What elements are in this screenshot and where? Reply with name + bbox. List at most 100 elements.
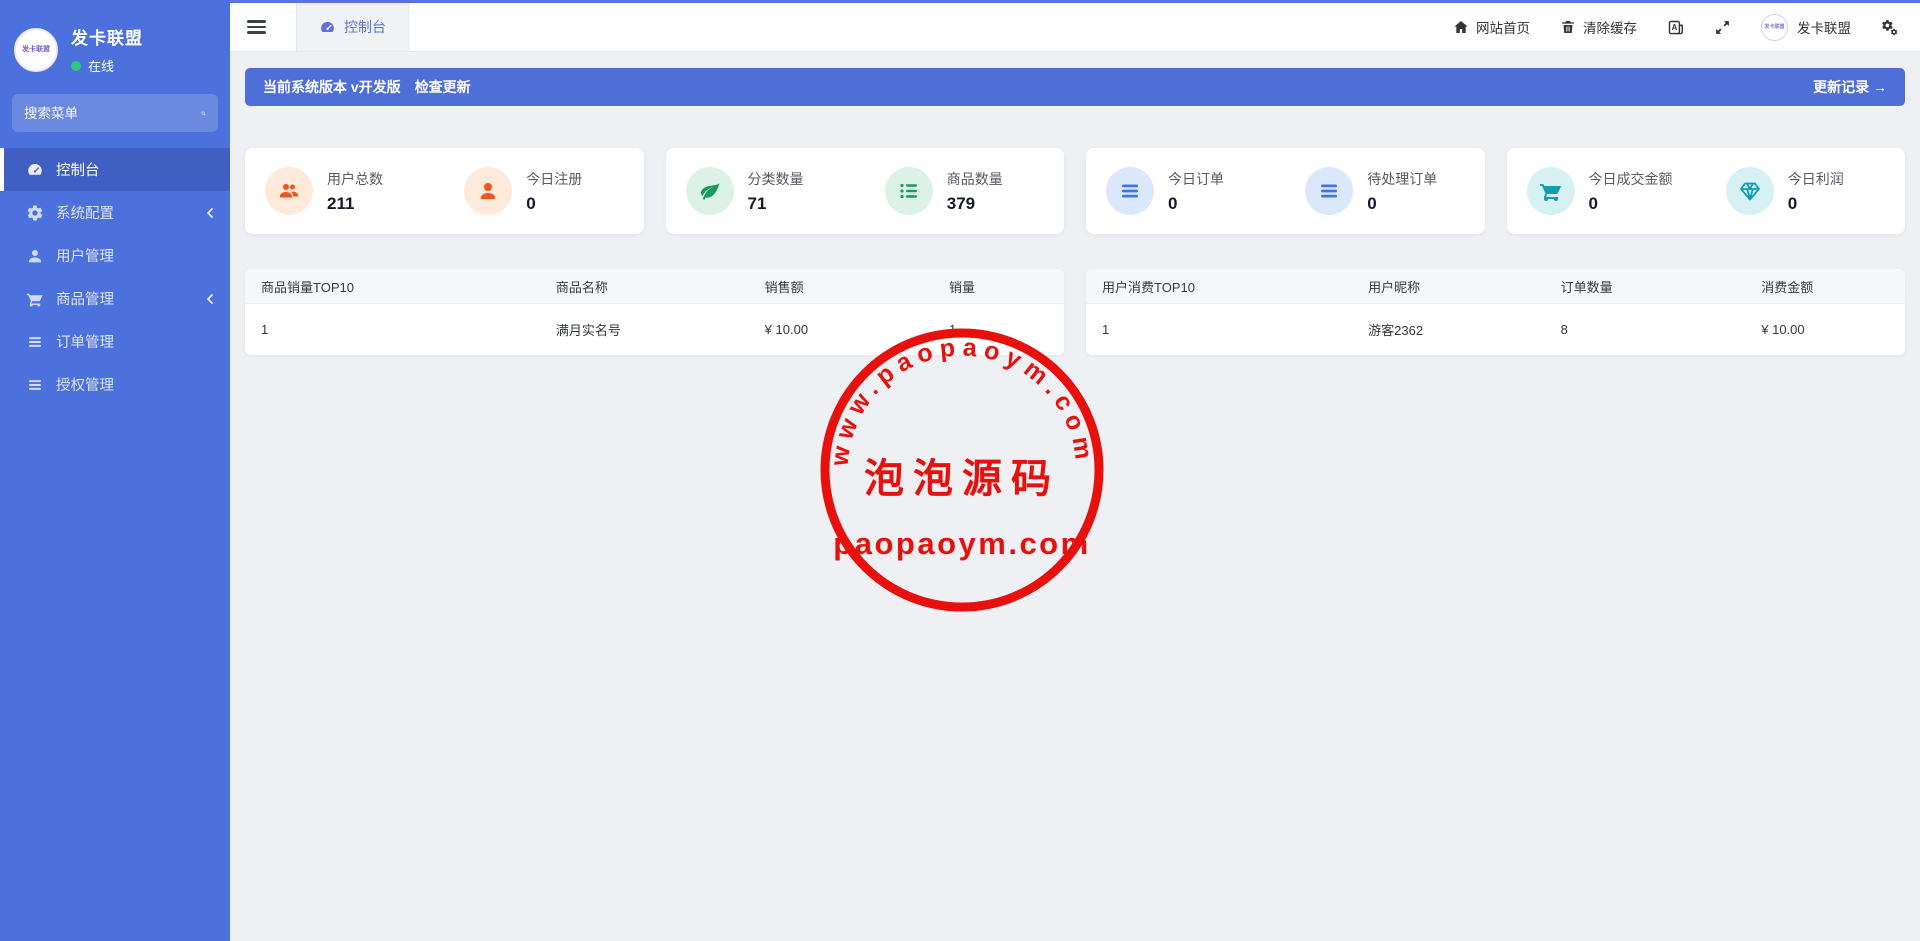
stat-value: 379 — [946, 193, 976, 213]
column-header: 用户消费TOP10 — [1102, 279, 1195, 295]
svg-text:A: A — [1672, 22, 1678, 31]
user-icon — [29, 249, 41, 262]
chevron-left-icon — [207, 293, 213, 304]
list-icon — [884, 167, 933, 215]
sidebar-item-system-config[interactable]: 系统配置 — [0, 191, 230, 234]
stat-total-users: 用户总数 211 — [245, 167, 444, 215]
users-icon — [265, 167, 313, 215]
stat-today-registered: 今日注册 0 — [444, 167, 643, 215]
sidebar-search — [12, 94, 218, 132]
column-header: 订单数量 — [1560, 279, 1613, 295]
avatar-text: 发卡联盟 — [1764, 24, 1785, 30]
stat-card-users: 用户总数 211 今日注册 0 — [245, 148, 644, 234]
stat-card-catalog: 分类数量 71 商品数量 379 — [665, 148, 1064, 234]
sidebar-item-dashboard[interactable]: 控制台 — [0, 148, 230, 191]
brand-logo: 发卡联盟 — [14, 27, 58, 72]
bars-icon — [1106, 167, 1154, 215]
stat-pending-orders: 待处理订单 0 — [1285, 167, 1484, 215]
cell-rank: 1 — [1102, 322, 1110, 337]
main-content: 当前系统版本 v开发版 检查更新 更新记录 → 用户总数 211 今日注册 0 … — [230, 52, 1920, 941]
gem-icon — [1725, 167, 1774, 215]
update-history-link[interactable]: 更新记录 → — [1813, 77, 1887, 97]
stat-value: 71 — [747, 193, 767, 213]
stat-label: 今日成交金额 — [1588, 170, 1673, 187]
column-header: 用户昵称 — [1368, 279, 1421, 295]
avatar: 发卡联盟 — [1761, 13, 1788, 41]
tab-dashboard[interactable]: 控制台 — [296, 3, 409, 51]
stat-label: 今日利润 — [1787, 170, 1844, 187]
stat-value: 0 — [1787, 193, 1798, 213]
cell-rank: 1 — [261, 322, 269, 337]
version-text: 当前系统版本 v开发版 — [263, 79, 401, 95]
tab-label: 控制台 — [344, 19, 386, 35]
stat-cards-row: 用户总数 211 今日注册 0 分类数量 71 商品数量 379 今日订单 0 … — [245, 148, 1905, 234]
user-icon — [464, 167, 513, 215]
stat-value: 0 — [1367, 193, 1377, 213]
cell-sales-count: 1 — [948, 322, 957, 337]
sidebar: 发卡联盟 发卡联盟 在线 控制台 — [0, 0, 230, 941]
stat-product-count: 商品数量 379 — [865, 167, 1064, 215]
settings-button[interactable] — [1881, 19, 1898, 36]
stat-value: 0 — [1588, 193, 1598, 213]
online-status-label: 在线 — [88, 59, 115, 74]
gauge-icon — [28, 163, 42, 175]
sidebar-item-label: 系统配置 — [56, 206, 114, 222]
product-sales-top10-table: 商品销量TOP10 商品名称 销售额 销量 1 满月实名号 ¥ 10.00 1 — [245, 269, 1064, 355]
stat-value: 0 — [526, 193, 536, 213]
stat-value: 211 — [327, 193, 355, 213]
stat-label: 今日订单 — [1168, 170, 1224, 187]
table-row: 1 游客2362 8 ¥ 10.00 — [1086, 304, 1905, 355]
sidebar-item-label: 授权管理 — [56, 378, 114, 394]
site-home-label: 网站首页 — [1476, 21, 1530, 36]
check-update-link[interactable]: 检查更新 — [415, 77, 471, 97]
column-header: 商品名称 — [555, 279, 608, 295]
expand-icon — [1716, 20, 1729, 34]
account-menu[interactable]: 发卡联盟 发卡联盟 — [1761, 13, 1851, 41]
sidebar-item-user-management[interactable]: 用户管理 — [0, 234, 230, 277]
stat-label: 商品数量 — [946, 170, 1003, 187]
stat-label: 分类数量 — [747, 170, 804, 187]
cart-icon — [1526, 167, 1575, 215]
cell-sales-amount: ¥ 10.00 — [764, 322, 809, 337]
cogs-icon — [1882, 19, 1898, 35]
site-home-link[interactable]: 网站首页 — [1453, 17, 1530, 37]
user-consumption-top10-table: 用户消费TOP10 用户昵称 订单数量 消费金额 1 游客2362 8 ¥ 10… — [1086, 269, 1905, 355]
cell-consumption-amount: ¥ 10.00 — [1761, 322, 1805, 337]
cell-product-name: 满月实名号 — [555, 323, 621, 338]
hamburger-icon — [246, 17, 266, 37]
gear-icon — [27, 204, 43, 220]
stat-today-orders: 今日订单 0 — [1086, 167, 1285, 215]
column-header: 消费金额 — [1761, 279, 1814, 295]
column-header: 销售额 — [764, 279, 804, 295]
sidebar-item-order-management[interactable]: 订单管理 — [0, 320, 230, 363]
gauge-icon — [321, 21, 334, 32]
sidebar-toggle-button[interactable] — [230, 3, 282, 51]
clear-cache-label: 清除缓存 — [1583, 21, 1637, 36]
chevron-left-icon — [207, 207, 213, 218]
sidebar-item-label: 商品管理 — [56, 292, 114, 308]
clear-cache-button[interactable]: 清除缓存 — [1560, 17, 1637, 37]
table-header: 商品销量TOP10 商品名称 销售额 销量 — [245, 269, 1064, 304]
language-switch-button[interactable]: A — [1667, 19, 1684, 36]
tables-row: 商品销量TOP10 商品名称 销售额 销量 1 满月实名号 ¥ 10.00 1 … — [245, 269, 1905, 355]
stat-value: 0 — [1168, 193, 1178, 213]
brand-logo-text: 发卡联盟 — [22, 45, 50, 53]
cell-order-count: 8 — [1560, 322, 1568, 337]
leaf-icon — [685, 167, 734, 215]
sidebar-item-authorization-management[interactable]: 授权管理 — [0, 363, 230, 406]
stat-card-revenue: 今日成交金额 0 今日利润 0 — [1506, 148, 1905, 234]
list-icon — [29, 379, 41, 390]
stat-today-revenue: 今日成交金额 0 — [1507, 167, 1706, 215]
bars-icon — [1305, 167, 1354, 215]
brand: 发卡联盟 发卡联盟 在线 — [0, 0, 230, 75]
list-icon — [29, 336, 41, 347]
menu-search-input[interactable] — [24, 105, 201, 121]
column-header: 商品销量TOP10 — [261, 279, 354, 295]
sidebar-item-product-management[interactable]: 商品管理 — [0, 277, 230, 320]
column-header: 销量 — [948, 279, 975, 295]
trash-icon — [1562, 21, 1574, 33]
home-icon — [1454, 21, 1468, 33]
stat-card-orders: 今日订单 0 待处理订单 0 — [1086, 148, 1485, 234]
topbar: 控制台 网站首页 清除缓存 A 发卡联盟 发卡联盟 — [230, 3, 1920, 52]
fullscreen-button[interactable] — [1714, 19, 1731, 36]
